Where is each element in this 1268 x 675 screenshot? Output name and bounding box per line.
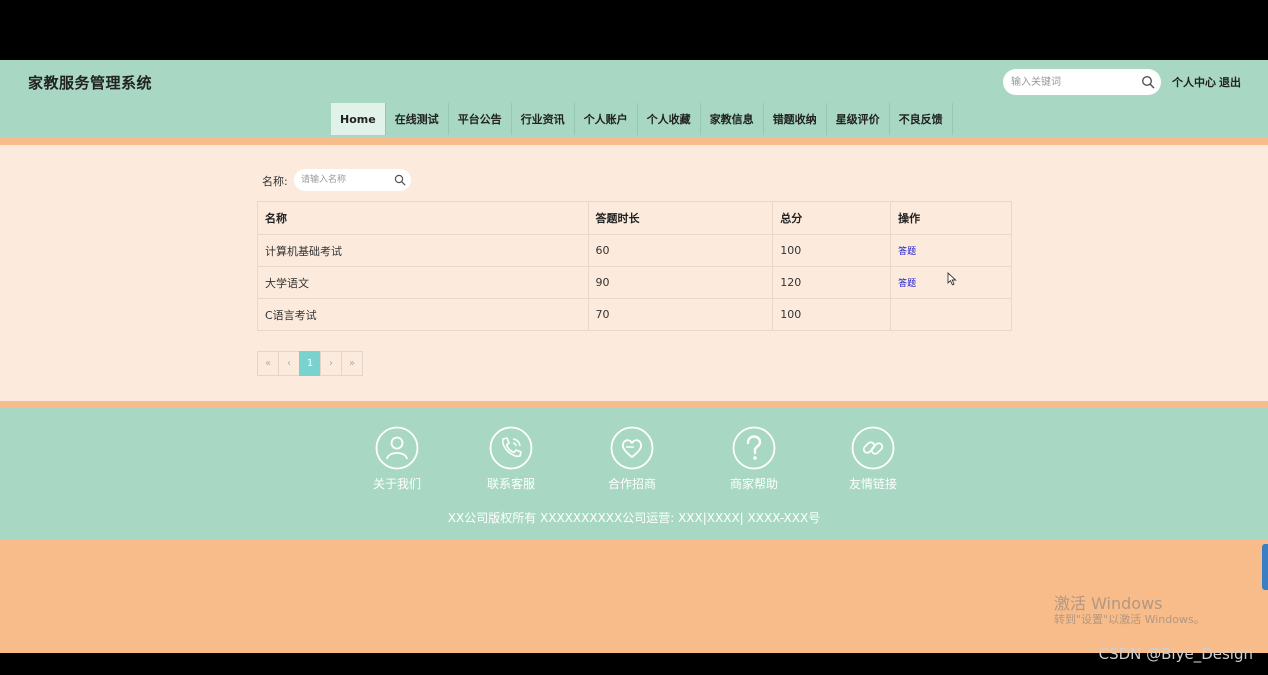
divider-bar (0, 401, 1268, 408)
current-page-button[interactable]: 1 (299, 351, 321, 376)
column-header-score: 总分 (772, 201, 892, 235)
next-page-button[interactable]: › (320, 351, 342, 376)
table-row: 计算机基础考试 60 100 答题 (257, 234, 1012, 267)
help-icon (732, 426, 776, 470)
exam-name: 大学语文 (257, 266, 589, 299)
first-page-button[interactable]: « (257, 351, 279, 376)
footer-link-label: 友情链接 (848, 477, 897, 491)
nav-item-online-test[interactable]: 在线测试 (385, 103, 449, 135)
nav-item-industry-news[interactable]: 行业资讯 (511, 103, 575, 135)
nav-item-account[interactable]: 个人账户 (574, 103, 638, 135)
nav-item-favorites[interactable]: 个人收藏 (637, 103, 701, 135)
exam-table: 名称 答题时长 总分 操作 计算机基础考试 60 100 答题 大学语文 90 … (257, 201, 1012, 331)
mouse-cursor-icon (947, 272, 957, 286)
footer-link-friend-links[interactable]: 友情链接 (833, 426, 913, 492)
exam-name: C语言考试 (257, 298, 589, 331)
footer-link-label: 商家帮助 (729, 477, 778, 491)
footer-link-support[interactable]: 联系客服 (471, 426, 551, 492)
nav-item-home[interactable]: Home (331, 103, 386, 135)
action-cell (890, 298, 1012, 331)
site-title: 家教服务管理系统 (28, 74, 153, 92)
search-icon[interactable] (394, 174, 406, 186)
name-filter-input[interactable] (301, 172, 391, 188)
phone-icon (489, 426, 533, 470)
nav-item-feedback[interactable]: 不良反馈 (889, 103, 953, 135)
table-header-row: 名称 答题时长 总分 操作 (257, 201, 1012, 235)
nav-item-tutor-info[interactable]: 家教信息 (700, 103, 764, 135)
exam-name: 计算机基础考试 (257, 234, 589, 267)
activate-windows-subtitle: 转到"设置"以激活 Windows。 (1054, 613, 1205, 626)
scroll-to-top-handle[interactable] (1262, 544, 1268, 590)
logout-link[interactable]: 退出 (1219, 74, 1241, 90)
nav-item-wrong-questions[interactable]: 错题收纳 (763, 103, 827, 135)
filter-label: 名称: (262, 175, 288, 188)
page-bottom: 激活 Windows 转到"设置"以激活 Windows。 (0, 540, 1268, 653)
csdn-watermark: CSDN @Biye_Design (1098, 645, 1253, 663)
screen: 家教服务管理系统 个人中心 退出 Home 在线测试 平台公告 行业资讯 个人账… (0, 0, 1268, 675)
exam-duration: 90 (587, 266, 774, 299)
answer-link[interactable]: 答题 (898, 279, 916, 289)
nav-item-ratings[interactable]: 星级评价 (826, 103, 890, 135)
heart-icon (610, 426, 654, 470)
divider-bar (0, 137, 1268, 145)
table-row: C语言考试 70 100 (257, 298, 1012, 331)
footer-link-merchant-help[interactable]: 商家帮助 (714, 426, 794, 492)
action-cell: 答题 (890, 234, 1012, 267)
search-icon[interactable] (1141, 75, 1155, 89)
header-search-box (1003, 69, 1161, 95)
user-icon (375, 426, 419, 470)
filter-box (294, 169, 411, 191)
footer-link-label: 关于我们 (372, 477, 421, 491)
exam-score: 100 (772, 234, 892, 267)
footer-link-label: 合作招商 (607, 477, 656, 491)
exam-score: 100 (772, 298, 892, 331)
site-header: 家教服务管理系统 个人中心 退出 Home 在线测试 平台公告 行业资讯 个人账… (0, 60, 1268, 137)
nav-item-announcements[interactable]: 平台公告 (448, 103, 512, 135)
main-nav: Home 在线测试 平台公告 行业资讯 个人账户 个人收藏 家教信息 错题收纳 … (331, 103, 953, 135)
exam-score: 120 (772, 266, 892, 299)
footer-link-partnership[interactable]: 合作招商 (592, 426, 672, 492)
column-header-duration: 答题时长 (587, 201, 774, 235)
footer-link-about[interactable]: 关于我们 (357, 426, 437, 492)
column-header-name: 名称 (257, 201, 589, 235)
user-center-link[interactable]: 个人中心 (1172, 74, 1216, 90)
prev-page-button[interactable]: ‹ (278, 351, 300, 376)
pagination: « ‹ 1 › » (257, 351, 363, 376)
table-row: 大学语文 90 120 答题 (257, 266, 1012, 299)
footer-link-label: 联系客服 (486, 477, 535, 491)
main-content: 名称: 名称 答题时长 总分 操作 计算机基础考 (0, 145, 1268, 401)
link-icon (851, 426, 895, 470)
header-search-input[interactable] (1011, 73, 1136, 91)
last-page-button[interactable]: » (341, 351, 363, 376)
site-footer: 关于我们 联系客服 合作招商 商家帮助 友情链接 XX公司版权所有 XXXXXX… (0, 408, 1268, 540)
copyright-text: XX公司版权所有 XXXXXXXXXX公司运营: XXX|XXXX| XXXX-… (447, 511, 821, 525)
exam-duration: 60 (587, 234, 774, 267)
column-header-action: 操作 (890, 201, 1012, 235)
answer-link[interactable]: 答题 (898, 247, 916, 257)
exam-duration: 70 (587, 298, 774, 331)
